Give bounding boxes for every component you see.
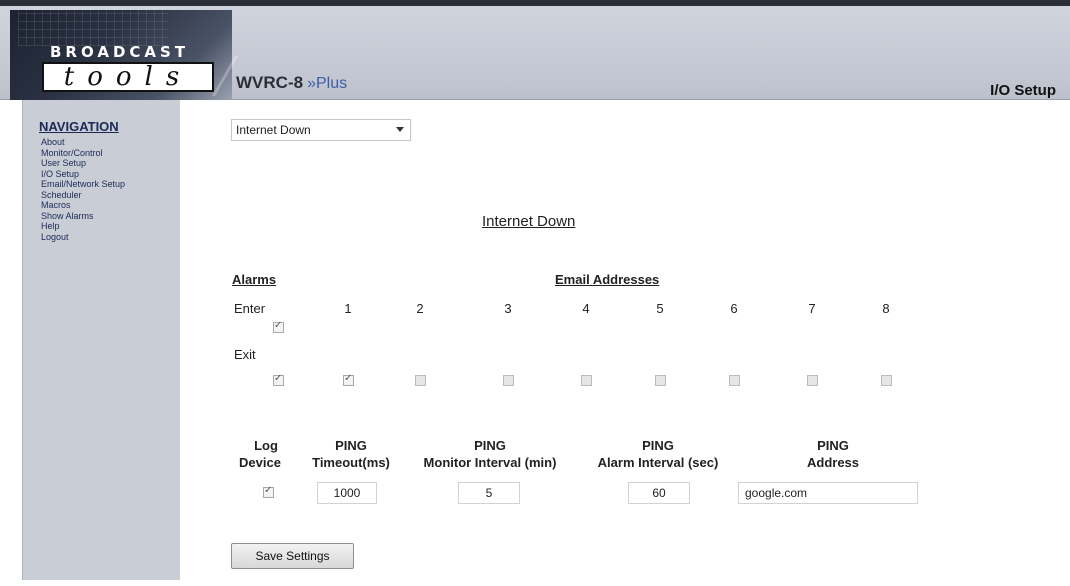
chevron-down-icon	[396, 127, 404, 132]
email-checkbox-6[interactable]	[729, 375, 740, 386]
email-checkbox-1[interactable]	[343, 373, 354, 386]
enter-label: Enter	[234, 301, 266, 316]
app-frame: BROADCAST tools WVRC-8 »Plus I/O Setup NA…	[0, 0, 1070, 586]
ping-monitor-interval-input[interactable]: 5	[458, 482, 520, 504]
product-arrow: »	[307, 75, 316, 92]
email-col-6: 6	[730, 301, 738, 316]
broadcast-tools-logo: BROADCAST tools	[10, 10, 232, 100]
page-title: I/O Setup	[990, 82, 1056, 99]
email-col-5: 5	[656, 301, 664, 316]
timeout-header-line2: Timeout(ms)	[312, 455, 390, 470]
email-checkbox-5[interactable]	[655, 375, 666, 386]
ping-alarm-interval-input[interactable]: 60	[628, 482, 690, 504]
ping-address-input[interactable]: google.com	[738, 482, 918, 504]
timeout-header-line1: PING	[335, 438, 367, 453]
header: BROADCAST tools WVRC-8 »Plus I/O Setup	[0, 0, 1070, 100]
log-device-checkbox[interactable]	[263, 485, 274, 498]
nav-item-email-network-setup[interactable]: Email/Network Setup	[41, 179, 125, 190]
email-col-1: 1	[344, 301, 352, 316]
email-col-7: 7	[808, 301, 816, 316]
email-checkbox-8[interactable]	[881, 375, 892, 386]
timeout-header: PING Timeout(ms)	[296, 437, 406, 471]
ping-timeout-input[interactable]: 1000	[317, 482, 377, 504]
nav-item-help[interactable]: Help	[41, 221, 125, 232]
log-device-header: Log	[236, 437, 296, 454]
email-checkbox-2[interactable]	[415, 375, 426, 386]
nav-list: About Monitor/Control User Setup I/O Set…	[41, 137, 125, 242]
enter-checkbox[interactable]	[273, 320, 284, 333]
main-content: Internet Down Internet Down Alarms Email…	[180, 100, 1070, 586]
nav-title: NAVIGATION	[39, 119, 119, 134]
logo-grid-pattern	[18, 10, 168, 46]
monitor-interval-header-line2: Monitor Interval (min)	[423, 455, 557, 470]
email-col-3: 3	[504, 301, 512, 316]
alarm-interval-header-line1: PING	[642, 438, 674, 453]
nav-item-macros[interactable]: Macros	[41, 200, 125, 211]
email-checkbox-3[interactable]	[503, 375, 514, 386]
log-device-header-line2: Device	[239, 455, 281, 470]
log-device-header-2: Device	[220, 454, 300, 471]
log-device-header-line1: Log	[254, 438, 278, 453]
email-checkbox-4[interactable]	[581, 375, 592, 386]
section-title: Internet Down	[482, 213, 576, 230]
alarm-interval-header: PING Alarm Interval (sec)	[575, 437, 741, 471]
email-col-2: 2	[416, 301, 424, 316]
monitor-interval-header-line1: PING	[474, 438, 506, 453]
product-title: WVRC-8 »Plus	[236, 73, 347, 93]
nav-item-io-setup[interactable]: I/O Setup	[41, 169, 125, 180]
ping-address-header-line1: PING	[817, 438, 849, 453]
email-col-4: 4	[582, 301, 590, 316]
save-settings-button[interactable]: Save Settings	[231, 543, 354, 569]
nav-item-scheduler[interactable]: Scheduler	[41, 190, 125, 201]
exit-label: Exit	[234, 347, 256, 362]
sidebar: NAVIGATION About Monitor/Control User Se…	[22, 100, 180, 580]
nav-item-show-alarms[interactable]: Show Alarms	[41, 211, 125, 222]
email-addresses-label: Email Addresses	[555, 272, 660, 287]
nav-item-user-setup[interactable]: User Setup	[41, 158, 125, 169]
nav-item-logout[interactable]: Logout	[41, 232, 125, 243]
nav-item-monitor-control[interactable]: Monitor/Control	[41, 148, 125, 159]
nav-item-about[interactable]: About	[41, 137, 125, 148]
logo-tools-box: tools	[42, 62, 214, 92]
alarm-interval-header-line2: Alarm Interval (sec)	[597, 455, 719, 470]
logo-top-text: BROADCAST	[50, 43, 190, 61]
email-checkbox-7[interactable]	[807, 375, 818, 386]
logo-bottom-text: tools	[63, 62, 193, 92]
ping-address-header-line2: Address	[806, 455, 860, 470]
monitor-interval-header: PING Monitor Interval (min)	[405, 437, 575, 471]
ping-address-header: PING Address	[783, 437, 883, 471]
email-col-8: 8	[882, 301, 890, 316]
product-sub: Plus	[315, 75, 348, 92]
io-select-value: Internet Down	[236, 123, 311, 137]
io-select[interactable]: Internet Down	[231, 119, 411, 141]
alarms-label: Alarms	[232, 272, 277, 287]
exit-checkbox[interactable]	[273, 373, 284, 386]
product-name: WVRC-8	[236, 73, 304, 92]
